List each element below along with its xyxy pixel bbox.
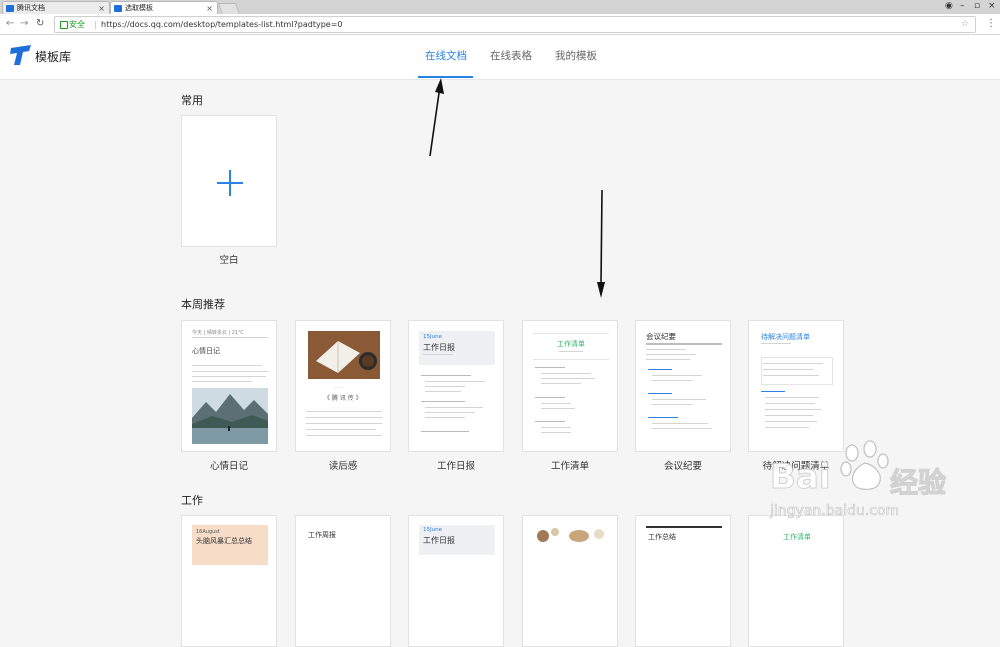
tencent-docs-favicon-icon bbox=[114, 5, 122, 12]
preview-title: 心情日记 bbox=[192, 347, 220, 355]
app-header: 模板库 在线文档 在线表格 我的模板 bbox=[0, 35, 1000, 80]
secure-label: 安全 bbox=[69, 20, 85, 29]
preview-title: 会议纪要 bbox=[646, 332, 676, 341]
tencent-docs-logo-icon[interactable] bbox=[10, 44, 32, 66]
preview-title: 工作清单 bbox=[557, 340, 585, 348]
tab-online-docs[interactable]: 在线文档 bbox=[425, 48, 467, 63]
browser-toolbar: ← → ↻ 安全 | https://docs.qq.com/desktop/t… bbox=[0, 14, 1000, 35]
template-card-reading-notes[interactable]: · · · 《 腾 讯 传 》 bbox=[295, 320, 391, 452]
template-card-brainstorm-summary[interactable]: 16August 头脑风暴汇总总结 bbox=[181, 515, 277, 647]
tab-online-sheets[interactable]: 在线表格 bbox=[490, 48, 532, 63]
tab-my-templates[interactable]: 我的模板 bbox=[555, 48, 597, 63]
browser-tab-title: 选取模板 bbox=[125, 4, 153, 12]
browser-tabstrip: 腾讯文档 × 选取模板 × ◉ – ▫ × bbox=[0, 0, 1000, 15]
template-card-pending-issues[interactable]: 待解决问题清单 bbox=[748, 320, 844, 452]
template-card-daily-report-work[interactable]: 15June 工作日报 bbox=[408, 515, 504, 647]
desk-items-image bbox=[537, 528, 604, 542]
book-coffee-image bbox=[308, 331, 380, 379]
baidu-jingyan-watermark: Bai 经验 jingyan.baidu.com bbox=[770, 437, 995, 541]
browser-tab-select-template[interactable]: 选取模板 × bbox=[110, 1, 218, 14]
template-card-blank[interactable] bbox=[181, 115, 277, 247]
bookmark-star-icon[interactable]: ☆ bbox=[961, 17, 969, 32]
template-card-weekly-report[interactable]: 工作周报 bbox=[295, 515, 391, 647]
section-title-work: 工作 bbox=[181, 494, 203, 507]
template-card-daily-report[interactable]: 15June 工作日报 bbox=[408, 320, 504, 452]
template-card-mood-diary[interactable]: 今天 | 晴转多云 | 21℃ 心情日记 bbox=[181, 320, 277, 452]
preview-title: 工作日报 bbox=[423, 343, 455, 352]
lock-icon bbox=[60, 21, 68, 29]
annotation-arrow-up-icon bbox=[429, 78, 444, 157]
watermark-text-jingyan: 经验 bbox=[889, 466, 947, 500]
maximize-icon[interactable]: ▫ bbox=[974, 0, 980, 12]
template-card-work-checklist[interactable]: 工作清单 bbox=[522, 320, 618, 452]
preview-title: 《 腾 讯 传 》 bbox=[324, 395, 362, 402]
section-title-weekly: 本周推荐 bbox=[181, 298, 225, 311]
browser-tab-tencent-docs[interactable]: 腾讯文档 × bbox=[2, 1, 110, 14]
card-label: 心情日记 bbox=[209, 461, 248, 472]
annotation-arrow-down-icon bbox=[597, 189, 605, 298]
card-label: 读后感 bbox=[328, 461, 358, 472]
baidu-paw-icon bbox=[840, 440, 889, 490]
brand-title: 模板库 bbox=[35, 50, 72, 64]
card-label: 会议纪要 bbox=[663, 461, 702, 472]
preview-title: 头脑风暴汇总总结 bbox=[196, 537, 252, 545]
template-card-photo[interactable] bbox=[522, 515, 618, 647]
card-label: 工作日报 bbox=[436, 461, 475, 472]
template-card-work-summary[interactable]: 工作总结 bbox=[635, 515, 731, 647]
tencent-docs-favicon-icon bbox=[6, 5, 14, 12]
preview-title: 工作周报 bbox=[308, 531, 336, 539]
url-text: https://docs.qq.com/desktop/templates-li… bbox=[101, 20, 343, 29]
mountain-lake-image bbox=[192, 388, 268, 444]
window-close-icon[interactable]: × bbox=[988, 0, 996, 12]
reload-icon[interactable]: ↻ bbox=[36, 18, 44, 29]
preview-title: 待解决问题清单 bbox=[761, 333, 810, 341]
address-bar[interactable]: 安全 | https://docs.qq.com/desktop/templat… bbox=[54, 16, 976, 33]
forward-icon[interactable]: → bbox=[20, 18, 28, 29]
minimize-icon[interactable]: – bbox=[960, 0, 965, 12]
back-icon[interactable]: ← bbox=[6, 18, 14, 29]
watermark-url: jingyan.baidu.com bbox=[770, 503, 900, 520]
profile-icon[interactable]: ◉ bbox=[945, 0, 953, 12]
browser-tab-title: 腾讯文档 bbox=[17, 4, 45, 12]
browser-menu-icon[interactable]: ⋮ bbox=[986, 18, 996, 29]
card-label: 工作清单 bbox=[550, 461, 589, 472]
card-label: 空白 bbox=[219, 255, 239, 266]
template-card-meeting-minutes[interactable]: 会议纪要 bbox=[635, 320, 731, 452]
section-title-common: 常用 bbox=[181, 94, 203, 107]
watermark-text: Bai bbox=[770, 457, 832, 498]
